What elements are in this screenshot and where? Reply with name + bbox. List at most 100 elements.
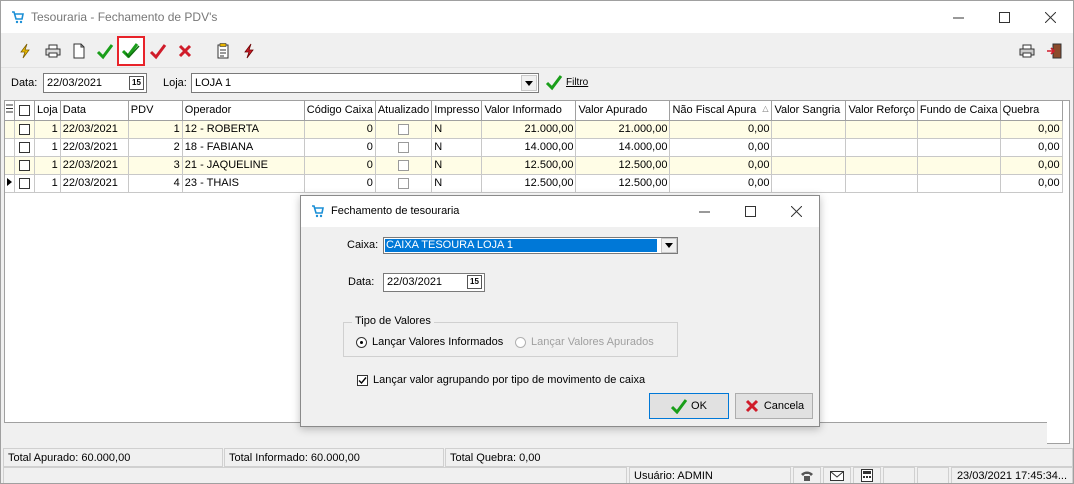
data-label: Data:: [11, 77, 38, 89]
data-field[interactable]: 22/03/2021 15: [43, 73, 147, 93]
cell-valor-sangria: [771, 156, 847, 175]
row-checkbox[interactable]: [19, 123, 30, 135]
data-value: 22/03/2021: [47, 77, 103, 89]
col-header-impresso[interactable]: Impresso: [431, 101, 483, 121]
col-header-operador[interactable]: Operador: [182, 101, 305, 121]
cell-fundo-caixa: [917, 138, 1001, 157]
ok-button[interactable]: OK: [649, 393, 729, 419]
row-menu-icon[interactable]: [5, 101, 15, 121]
row-indicator: [5, 120, 15, 139]
agrupar-label: Lançar valor agrupando por tipo de movim…: [373, 374, 646, 386]
col-header-valor-sangria[interactable]: Valor Sangria: [771, 101, 847, 121]
phone-button[interactable]: [793, 467, 821, 483]
select-all-checkbox[interactable]: [14, 101, 35, 121]
exit-button[interactable]: [1043, 38, 1067, 64]
cart-icon: [312, 205, 324, 218]
minimize-icon: [952, 17, 964, 18]
caixa-select[interactable]: CAIXA TESOURA LOJA 1: [383, 237, 678, 254]
close-treasury-button[interactable]: [117, 36, 145, 66]
total-apurado: Total Apurado: 60.000,00: [3, 448, 223, 467]
col-header-fundo-caixa[interactable]: Fundo de Caixa: [917, 101, 1001, 121]
delete-button[interactable]: [173, 38, 197, 64]
chevron-down-icon[interactable]: [661, 238, 677, 253]
cell-data: 22/03/2021: [60, 174, 129, 193]
chevron-down-icon[interactable]: [521, 75, 537, 91]
loja-select[interactable]: LOJA 1: [191, 73, 539, 93]
row-indicator: [5, 138, 15, 157]
dialog-title: Fechamento de tesouraria: [331, 205, 460, 217]
dialog-maximize-button[interactable]: [727, 196, 773, 227]
filtro-button[interactable]: Filtro: [545, 73, 588, 91]
dialog-data-field[interactable]: 22/03/2021 15: [383, 273, 485, 292]
close-button[interactable]: [1027, 1, 1073, 33]
cell-quebra: 0,00: [1000, 138, 1063, 157]
confirm-button[interactable]: [93, 38, 117, 64]
col-header-pdv[interactable]: PDV: [128, 101, 183, 121]
cell-quebra: 0,00: [1000, 120, 1063, 139]
atualizado-checkbox[interactable]: [398, 177, 410, 189]
cell-valor-sangria: [771, 174, 847, 193]
phone-icon: [801, 471, 813, 481]
loja-label: Loja:: [163, 77, 187, 89]
pdv-table: Loja Data PDV Operador Código Caixa Atua…: [5, 101, 1063, 193]
dialog-close-button[interactable]: [773, 196, 819, 227]
calculator-button[interactable]: [853, 467, 881, 483]
cell-valor-informado: 14.000,00: [481, 138, 577, 157]
print-preview-button[interactable]: [41, 38, 65, 64]
row-checkbox[interactable]: [19, 159, 30, 171]
total-quebra: Total Quebra: 0,00: [445, 448, 1073, 467]
col-header-codigo-caixa[interactable]: Código Caixa: [304, 101, 376, 121]
row-checkbox[interactable]: [19, 141, 30, 153]
col-header-valor-informado[interactable]: Valor Informado: [481, 101, 577, 121]
col-header-valor-apurado[interactable]: Valor Apurado: [575, 101, 671, 121]
atualizado-checkbox[interactable]: [398, 123, 410, 135]
calendar-icon[interactable]: 15: [467, 275, 482, 289]
row-select-cell: [14, 174, 35, 193]
cell-impresso: N: [431, 174, 483, 193]
col-header-atualizado[interactable]: Atualizado: [375, 101, 433, 121]
radio-informados-label: Lançar Valores Informados: [372, 336, 504, 348]
radio-valores-informados[interactable]: Lançar Valores Informados: [356, 336, 503, 348]
col-header-nao-fiscal[interactable]: Não Fiscal Apura △: [669, 101, 773, 121]
dialog-minimize-button[interactable]: [681, 196, 727, 227]
dialog-data-value: 22/03/2021: [387, 276, 443, 288]
exit-door-icon: [1047, 43, 1062, 59]
minimize-button[interactable]: [935, 1, 981, 33]
sort-asc-icon: △: [762, 104, 769, 113]
dialog-title-bar: Fechamento de tesouraria: [301, 196, 819, 227]
atualizado-checkbox[interactable]: [398, 141, 410, 153]
document-icon: [73, 43, 85, 59]
report-button[interactable]: [211, 38, 235, 64]
radio-apurados-label: Lançar Valores Apurados: [531, 336, 654, 348]
x-red-icon: [178, 44, 192, 58]
cancel-button[interactable]: Cancela: [735, 393, 813, 419]
table-row[interactable]: 1 22/03/2021 3 21 - JAQUELINE 0 N 12.500,00 12.…: [5, 156, 1063, 175]
double-check-green-icon: [122, 43, 140, 59]
maximize-button[interactable]: [981, 1, 1027, 33]
mail-button[interactable]: [823, 467, 851, 483]
radio-on-icon: [356, 336, 367, 348]
col-header-nao-fiscal-label: Não Fiscal Apura: [672, 104, 757, 117]
table-row[interactable]: 1 22/03/2021 2 18 - FABIANA 0 N 14.000,00 14.00…: [5, 138, 1063, 157]
new-document-button[interactable]: [67, 38, 91, 64]
col-header-valor-reforco[interactable]: Valor Reforço: [845, 101, 918, 121]
agrupar-checkbox[interactable]: Lançar valor agrupando por tipo de movim…: [357, 374, 645, 386]
cell-pdv: 3: [128, 156, 183, 175]
cell-pdv: 2: [128, 138, 183, 157]
reject-check-button[interactable]: [146, 38, 170, 64]
close-icon: [1044, 11, 1056, 23]
col-header-data[interactable]: Data: [60, 101, 129, 121]
title-bar: Tesouraria - Fechamento de PDV's: [1, 1, 1073, 33]
calendar-icon[interactable]: 15: [129, 76, 144, 90]
row-checkbox[interactable]: [19, 177, 30, 189]
atualizado-checkbox[interactable]: [398, 159, 410, 171]
table-row[interactable]: 1 22/03/2021 1 12 - ROBERTA 0 N 21.000,00 21.00…: [5, 120, 1063, 139]
radio-valores-apurados[interactable]: Lançar Valores Apurados: [515, 336, 654, 348]
col-header-loja[interactable]: Loja: [34, 101, 61, 121]
col-header-quebra[interactable]: Quebra: [1000, 101, 1063, 121]
table-row[interactable]: 1 22/03/2021 4 23 - THAIS 0 N 12.500,00 12.500,…: [5, 174, 1063, 193]
print-button[interactable]: [1015, 38, 1039, 64]
lightning-button[interactable]: [13, 38, 37, 64]
check-green-icon: [96, 44, 114, 60]
connect-button[interactable]: [237, 38, 261, 64]
